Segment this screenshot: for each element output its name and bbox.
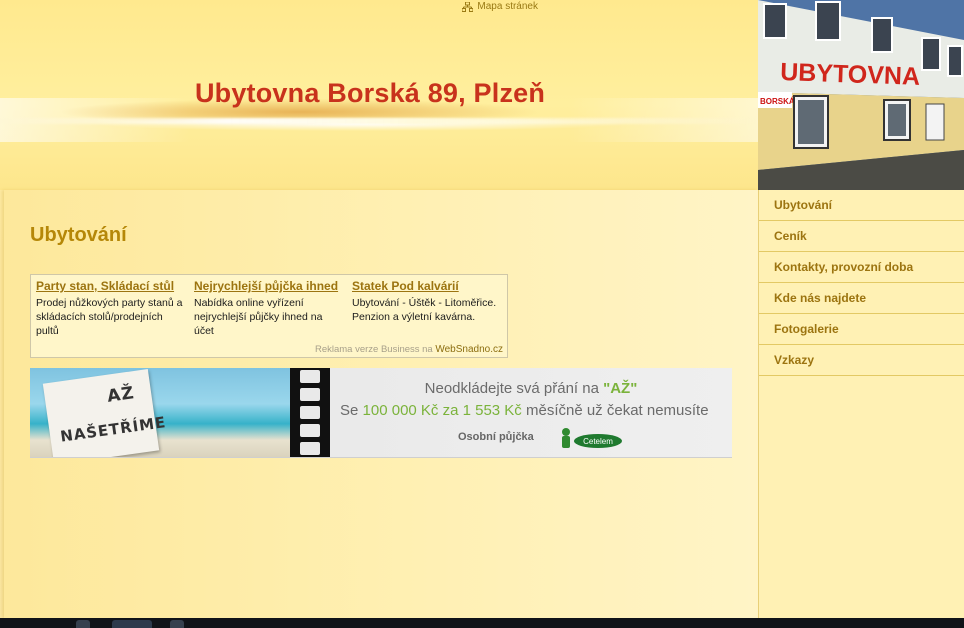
nav-item-kde-nas-najdete[interactable]: Kde nás najdete bbox=[759, 283, 964, 314]
cetelem-logo: Cetelem bbox=[562, 428, 622, 448]
banner-offer: Se 100 000 Kč za 1 553 Kč měsíčně už ček… bbox=[340, 402, 709, 419]
banner-product: Osobní půjčka bbox=[458, 431, 534, 443]
ads-credit-prefix: Reklama verze Business na bbox=[314, 344, 433, 355]
websnadno-link[interactable]: WebSnadno.cz bbox=[435, 344, 503, 355]
nav-item-vzkazy[interactable]: Vzkazy bbox=[759, 345, 964, 376]
ad-title-link[interactable]: Nejrychlejší půjčka ihned bbox=[194, 279, 344, 293]
header-photo: UBYTOVNA BORSKÁ 89 bbox=[758, 0, 964, 190]
taskbar-app-icon[interactable] bbox=[170, 620, 184, 628]
main-content: Ubytování Party stan, Skládací stůl Prod… bbox=[4, 190, 758, 618]
sitemap-label: Mapa stránek bbox=[477, 1, 538, 12]
banner-headline: Neodkládejte svá přání na "AŽ" bbox=[330, 380, 732, 397]
ad-text: Nabídka online vyřízení nejrychlejší půj… bbox=[194, 297, 323, 337]
taskbar-app-icon[interactable] bbox=[76, 620, 90, 628]
ad-title-link[interactable]: Statek Pod kalvárií bbox=[352, 279, 502, 293]
banner-offer-amount: 100 000 Kč za 1 553 Kč bbox=[362, 402, 522, 419]
ad-item: Statek Pod kalvárií Ubytování - Úštěk - … bbox=[352, 279, 502, 324]
taskbar-app-icon[interactable] bbox=[112, 620, 152, 628]
ad-item: Party stan, Skládací stůl Prodej nůžkový… bbox=[36, 279, 186, 338]
banner-offer-suffix: měsíčně už čekat nemusíte bbox=[525, 402, 709, 419]
ads-box: Party stan, Skládací stůl Prodej nůžkový… bbox=[30, 274, 508, 358]
photo-sign-text: UBYTOVNA bbox=[780, 58, 921, 91]
sidebar: Ubytování Ceník Kontakty, provozní doba … bbox=[758, 190, 964, 618]
ads-credit: Reklama verze Business na WebSnadno.cz bbox=[315, 344, 503, 355]
site-header: Mapa stránek Ubytovna Borská 89, Plzeň bbox=[0, 0, 758, 190]
os-taskbar bbox=[0, 618, 964, 628]
banner-offer-prefix: Se bbox=[340, 402, 359, 419]
building-photo: UBYTOVNA BORSKÁ 89 bbox=[758, 0, 964, 190]
ad-text: Prodej nůžkových party stanů a skládacíc… bbox=[36, 297, 183, 337]
page-heading: Ubytování bbox=[30, 224, 127, 246]
cetelem-logo-text: Cetelem bbox=[583, 437, 613, 446]
banner-headline-prefix: Neodkládejte svá přání na bbox=[424, 380, 599, 397]
banner-card-word2: NAŠETŘÍME bbox=[59, 413, 168, 446]
sitemap-icon bbox=[462, 1, 474, 12]
banner-business-card: AŽ NAŠETŘÍME bbox=[42, 369, 167, 457]
banner-film-strip bbox=[290, 368, 330, 457]
nav-item-kontakty[interactable]: Kontakty, provozní doba bbox=[759, 252, 964, 283]
nav-item-cenik[interactable]: Ceník bbox=[759, 221, 964, 252]
nav-item-fotogalerie[interactable]: Fotogalerie bbox=[759, 314, 964, 345]
banner-card-word1: AŽ bbox=[105, 383, 136, 407]
ad-title-link[interactable]: Party stan, Skládací stůl bbox=[36, 279, 186, 293]
banner-headline-highlight: "AŽ" bbox=[603, 380, 638, 397]
site-title: Ubytovna Borská 89, Plzeň bbox=[194, 78, 546, 108]
sitemap-link[interactable]: Mapa stránek bbox=[462, 1, 538, 12]
nav-item-ubytovani[interactable]: Ubytování bbox=[759, 190, 964, 221]
main-nav: Ubytování Ceník Kontakty, provozní doba … bbox=[759, 190, 964, 376]
ad-item: Nejrychlejší půjčka ihned Nabídka online… bbox=[194, 279, 344, 338]
ad-text: Ubytování - Úštěk - Litoměřice. Penzion … bbox=[352, 297, 497, 323]
header-light-streak bbox=[0, 118, 758, 124]
loan-banner[interactable]: AŽ NAŠETŘÍME Neodkládejte svá přání na "… bbox=[30, 368, 732, 458]
page: Mapa stránek Ubytovna Borská 89, Plzeň U… bbox=[0, 0, 964, 628]
